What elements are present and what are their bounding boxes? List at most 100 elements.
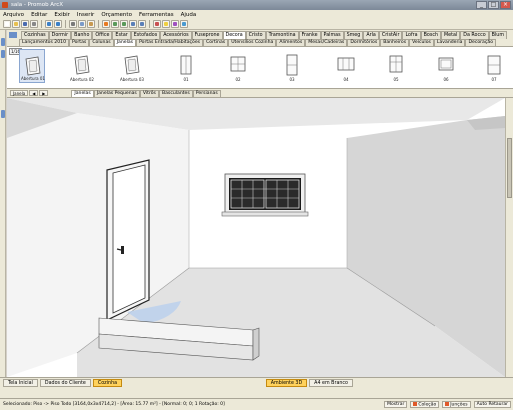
tab-tramontina[interactable]: Tramontina (265, 31, 299, 39)
menu-item-ferramentas[interactable]: Ferramentas (139, 12, 174, 18)
tab-acessorios[interactable]: Acessórios (160, 31, 192, 39)
catalog-item[interactable]: 02 (225, 49, 251, 83)
open-icon[interactable] (12, 20, 20, 28)
back-button[interactable]: ◀ (29, 90, 39, 96)
catalog-item[interactable]: Abertura 02 (69, 49, 95, 83)
subtab-vitros[interactable]: Vitrôs (139, 89, 159, 97)
dock-button-library[interactable] (1, 110, 5, 118)
tab-dados-cliente[interactable]: Dados do Cliente (39, 378, 91, 387)
tab-tela-inicial[interactable]: Tela Inicial (3, 378, 38, 387)
catalog-item[interactable]: 03 (279, 49, 305, 83)
tab-arla[interactable]: Arla (363, 31, 379, 39)
catalog-item[interactable]: 01 (173, 49, 199, 83)
tab-lofra[interactable]: Lofra (402, 31, 421, 39)
maximize-button[interactable]: □ (488, 1, 499, 9)
menu-item-arquivo[interactable]: Arquivo (3, 12, 24, 18)
move-icon[interactable] (111, 20, 119, 28)
select-icon[interactable] (102, 20, 110, 28)
window-object[interactable] (221, 173, 309, 217)
tab-office[interactable]: Office (92, 31, 113, 39)
subtab-janelas[interactable]: Janelas (113, 39, 137, 46)
subtab-colunas[interactable]: Colunas (89, 39, 114, 46)
tab-dormir[interactable]: Dormir (48, 31, 72, 39)
auto-restore-button[interactable]: Auto Retaurar (473, 401, 511, 408)
subtab-dormitorios[interactable]: Dormitórios (347, 39, 381, 46)
close-button[interactable]: × (500, 1, 511, 9)
save-icon[interactable] (21, 20, 29, 28)
dock-button-layers[interactable] (1, 50, 5, 58)
tab-blum[interactable]: Blum (488, 31, 508, 39)
subtab-persianas[interactable]: Persianas (192, 89, 221, 97)
print-icon[interactable] (30, 20, 38, 28)
show-dropdown[interactable]: Mostrar (384, 401, 408, 408)
catalog-item[interactable]: 07 (481, 49, 507, 83)
tab-fuseprone[interactable]: Fuseprone (191, 31, 223, 39)
paste-icon[interactable] (87, 20, 95, 28)
undo-icon[interactable] (45, 20, 53, 28)
catalog-item[interactable]: Abertura 01 (19, 49, 45, 83)
subtab-veiculos[interactable]: Veículos (409, 39, 434, 46)
catalog-item[interactable]: Abertura 03 (119, 49, 145, 83)
tab-bosch[interactable]: Bosch (420, 31, 441, 39)
tab-cozinha[interactable]: Cozinha (92, 378, 123, 387)
rotate-icon[interactable] (120, 20, 128, 28)
subtab-alimentos[interactable]: Alimentos (276, 39, 306, 46)
tab-estofados[interactable]: Estofados (130, 31, 161, 39)
zoom-icon[interactable] (129, 20, 137, 28)
pan-icon[interactable] (138, 20, 146, 28)
redo-icon[interactable] (54, 20, 62, 28)
vertical-scrollbar[interactable] (505, 98, 513, 377)
measure-icon[interactable] (180, 20, 188, 28)
tab-cristair[interactable]: CristAir (378, 31, 403, 39)
subtab-decoracao[interactable]: Decoração (465, 39, 497, 46)
menu-item-ajuda[interactable]: Ajuda (181, 12, 197, 18)
menu-item-exibir[interactable]: Exibir (54, 12, 70, 18)
catalog-item[interactable]: 05 (383, 49, 409, 83)
menu-item-inserir[interactable]: Inserir (77, 12, 94, 18)
3d-viewport[interactable] (7, 98, 505, 377)
tab-cristo[interactable]: Cristo (245, 31, 266, 39)
tab-franke[interactable]: Franke (298, 31, 321, 39)
subtab-lavanderia[interactable]: Lavanderia (433, 39, 466, 46)
tab-ambiente-3d[interactable]: Ambiente 3D (265, 378, 308, 387)
menu-item-orcamento[interactable]: Orçamento (101, 12, 132, 18)
cut-icon[interactable] (69, 20, 77, 28)
tab-smeg[interactable]: Smeg (343, 31, 364, 39)
subtab-janelas-group[interactable]: Janelas (71, 89, 94, 97)
minimize-button[interactable]: _ (476, 1, 487, 9)
tab-banho[interactable]: Banho (71, 31, 93, 39)
subtab-cortinas[interactable]: Cortinas (203, 39, 229, 46)
tab-palmas[interactable]: Palmas (320, 31, 344, 39)
door-object[interactable] (106, 159, 150, 321)
new-icon[interactable] (3, 20, 11, 28)
window-thumbnail (389, 55, 403, 73)
dock-button-properties[interactable] (1, 38, 5, 46)
tab-metal[interactable]: Metal (441, 31, 461, 39)
render-icon[interactable] (153, 20, 161, 28)
catalog-item[interactable]: 04 (333, 49, 359, 83)
forward-button[interactable]: ▶ (39, 90, 49, 96)
subtab-portas-entrada[interactable]: Portas Entrada/Habitações (136, 39, 204, 46)
subtab-banheiros[interactable]: Banheiros (380, 39, 410, 46)
junctions-button[interactable]: Junções (442, 401, 471, 408)
tab-estar[interactable]: Estar (112, 31, 131, 39)
junctions-icon (445, 402, 450, 406)
subtab-lancamentos[interactable]: Lançamentos 2010 (19, 39, 69, 46)
subtab-utensilios[interactable]: Utensílios Cozinha (228, 39, 277, 46)
catalog-item[interactable]: 06 (433, 49, 459, 83)
subtab-basculantes[interactable]: Basculantes (158, 89, 193, 97)
menu-item-editar[interactable]: Editar (31, 12, 47, 18)
copy-icon[interactable] (78, 20, 86, 28)
view-mode-select[interactable]: Janela (10, 90, 29, 96)
tab-decora[interactable]: Decora (222, 31, 246, 39)
color-icon[interactable] (171, 20, 179, 28)
tab-da-rocco[interactable]: Da Rocco (460, 31, 489, 39)
scrollbar-thumb[interactable] (507, 138, 512, 198)
tab-a4-branco[interactable]: A4 em Branco (309, 378, 353, 387)
subtab-janelas-pequenas[interactable]: Janelas Pequenas (93, 89, 140, 97)
collection-button[interactable]: Coleção (410, 401, 440, 408)
subtab-portas[interactable]: Portas (69, 39, 90, 46)
subtab-mesas[interactable]: Mesas/Cadeiras (305, 39, 348, 46)
tab-cozinhas[interactable]: Cozinhas (21, 31, 49, 39)
light-icon[interactable] (162, 20, 170, 28)
